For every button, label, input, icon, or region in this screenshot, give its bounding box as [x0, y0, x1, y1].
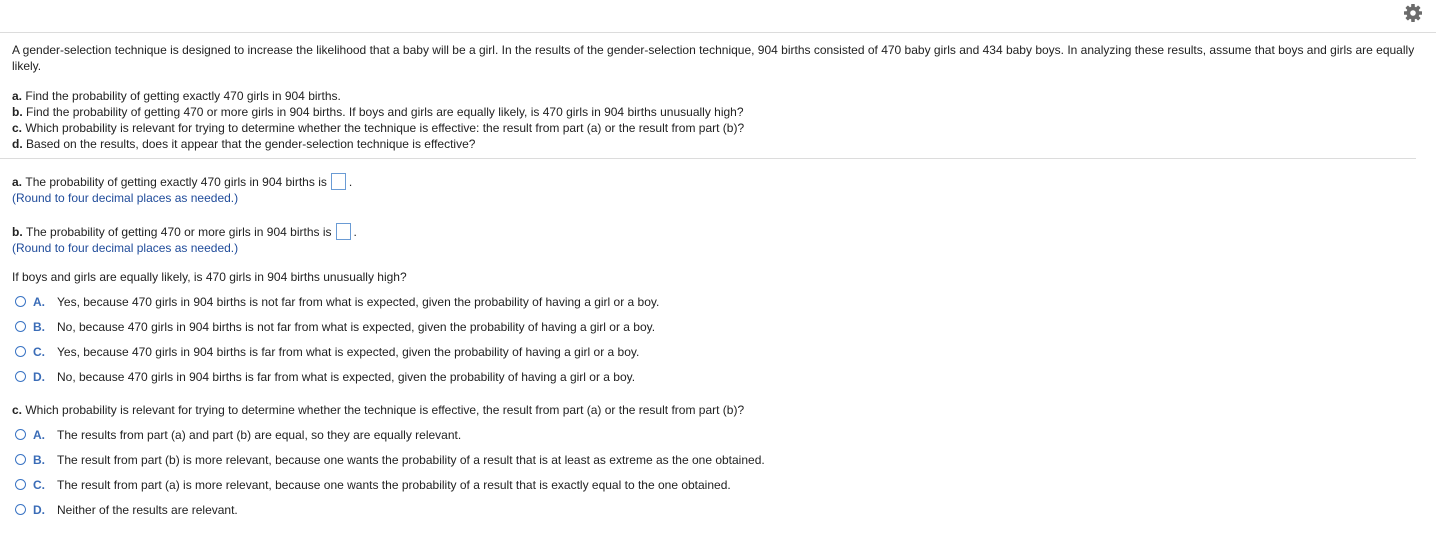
part-c-question: c. Which probability is relevant for try…: [12, 403, 745, 417]
unusual-option-b[interactable]: B. No, because 470 girls in 904 births is…: [12, 314, 1422, 339]
question-item-d: d. Based on the results, does it appear …: [12, 137, 476, 151]
part-b-text: The probability of getting 470 or more g…: [26, 224, 332, 239]
part-b-answer-input[interactable]: [335, 223, 351, 240]
question-item-c: c. Which probability is relevant for try…: [12, 121, 745, 135]
radio-icon[interactable]: [15, 296, 26, 307]
unusual-option-a[interactable]: A. Yes, because 470 girls in 904 births i…: [12, 289, 1422, 314]
part-b-answer: b. The probability of getting 470 or mor…: [12, 223, 1422, 256]
radio-icon[interactable]: [15, 346, 26, 357]
question-item-a: a. Find the probability of getting exact…: [12, 89, 341, 103]
part-a-label: a.: [12, 174, 23, 189]
radio-icon[interactable]: [15, 479, 26, 490]
radio-icon[interactable]: [15, 454, 26, 465]
unusual-option-d[interactable]: D. No, because 470 girls in 904 births is…: [12, 364, 1422, 389]
question-item-b: b. Find the probability of getting 470 o…: [12, 105, 744, 119]
part-c-options: A. The results from part (a) and part (b)…: [12, 422, 1422, 522]
radio-icon[interactable]: [15, 371, 26, 382]
question-list: a. Find the probability of getting exact…: [12, 88, 1422, 152]
part-c-option-b[interactable]: B. The result from part (b) is more relev…: [12, 447, 1422, 472]
part-a-answer-input[interactable]: [330, 173, 346, 190]
part-b-hint: (Round to four decimal places as needed.…: [12, 241, 239, 255]
part-a-hint: (Round to four decimal places as needed.…: [12, 191, 239, 205]
radio-icon[interactable]: [15, 504, 26, 515]
part-c-option-a[interactable]: A. The results from part (a) and part (b)…: [12, 422, 1422, 447]
part-a-text: The probability of getting exactly 470 g…: [25, 174, 327, 189]
section-divider: [0, 158, 1416, 159]
part-b-label: b.: [12, 224, 23, 239]
unusual-option-c[interactable]: C. Yes, because 470 girls in 904 births i…: [12, 339, 1422, 364]
gear-icon[interactable]: [1402, 2, 1424, 24]
radio-icon[interactable]: [15, 321, 26, 332]
intro-text: A gender-selection technique is designed…: [12, 43, 1415, 73]
top-divider: [0, 32, 1436, 33]
unusual-question: If boys and girls are equally likely, is…: [12, 270, 407, 284]
question-content: A gender-selection technique is designed…: [0, 42, 1422, 522]
unusual-options: A. Yes, because 470 girls in 904 births i…: [12, 289, 1422, 389]
part-a-answer: a. The probability of getting exactly 47…: [12, 173, 1422, 206]
part-c-option-d[interactable]: D. Neither of the results are relevant.: [12, 497, 1422, 522]
part-c-option-c[interactable]: C. The result from part (a) is more relev…: [12, 472, 1422, 497]
radio-icon[interactable]: [15, 429, 26, 440]
